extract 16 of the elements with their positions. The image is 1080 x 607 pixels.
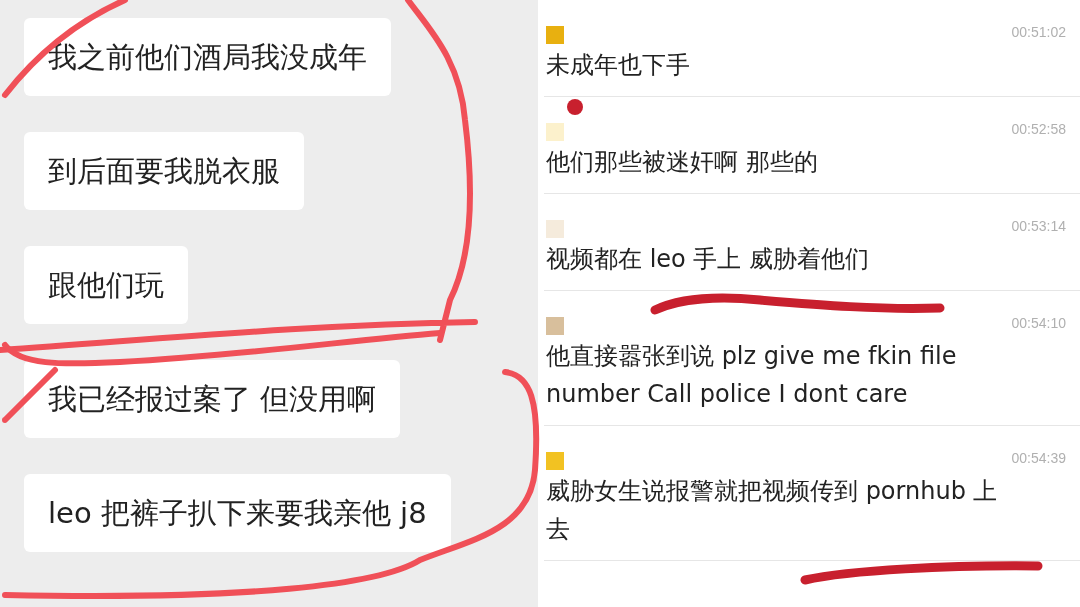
dot-mark — [567, 99, 583, 115]
timestamp: 00:53:14 — [1011, 218, 1066, 234]
message-text: 威胁女生说报警就把视频传到 pornhub 上去 — [546, 476, 999, 545]
message-text: 他们那些被迷奸啊 那些的 — [546, 147, 819, 178]
message-bubble: 我之前他们酒局我没成年 — [24, 18, 391, 96]
timestamp: 00:52:58 — [1011, 121, 1066, 137]
message-text: 未成年也下手 — [546, 50, 691, 81]
timestamp: 00:51:02 — [1011, 24, 1066, 40]
message-bubble: 到后面要我脱衣服 — [24, 132, 304, 210]
message-bubble: 我已经报过案了 但没用啊 — [24, 360, 401, 438]
message-bubble: 跟他们玩 — [24, 246, 188, 324]
message-text: 视频都在 leo 手上 威胁着他们 — [546, 244, 870, 275]
message-bubble: leo 把裤子扒下来要我亲他 j8 — [24, 474, 451, 552]
timestamp: 00:54:39 — [1011, 450, 1066, 466]
message-text: 他直接嚣张到说 plz give me fkin file number Call police I dont care — [546, 341, 958, 410]
timestamp: 00:54:10 — [1011, 315, 1066, 331]
